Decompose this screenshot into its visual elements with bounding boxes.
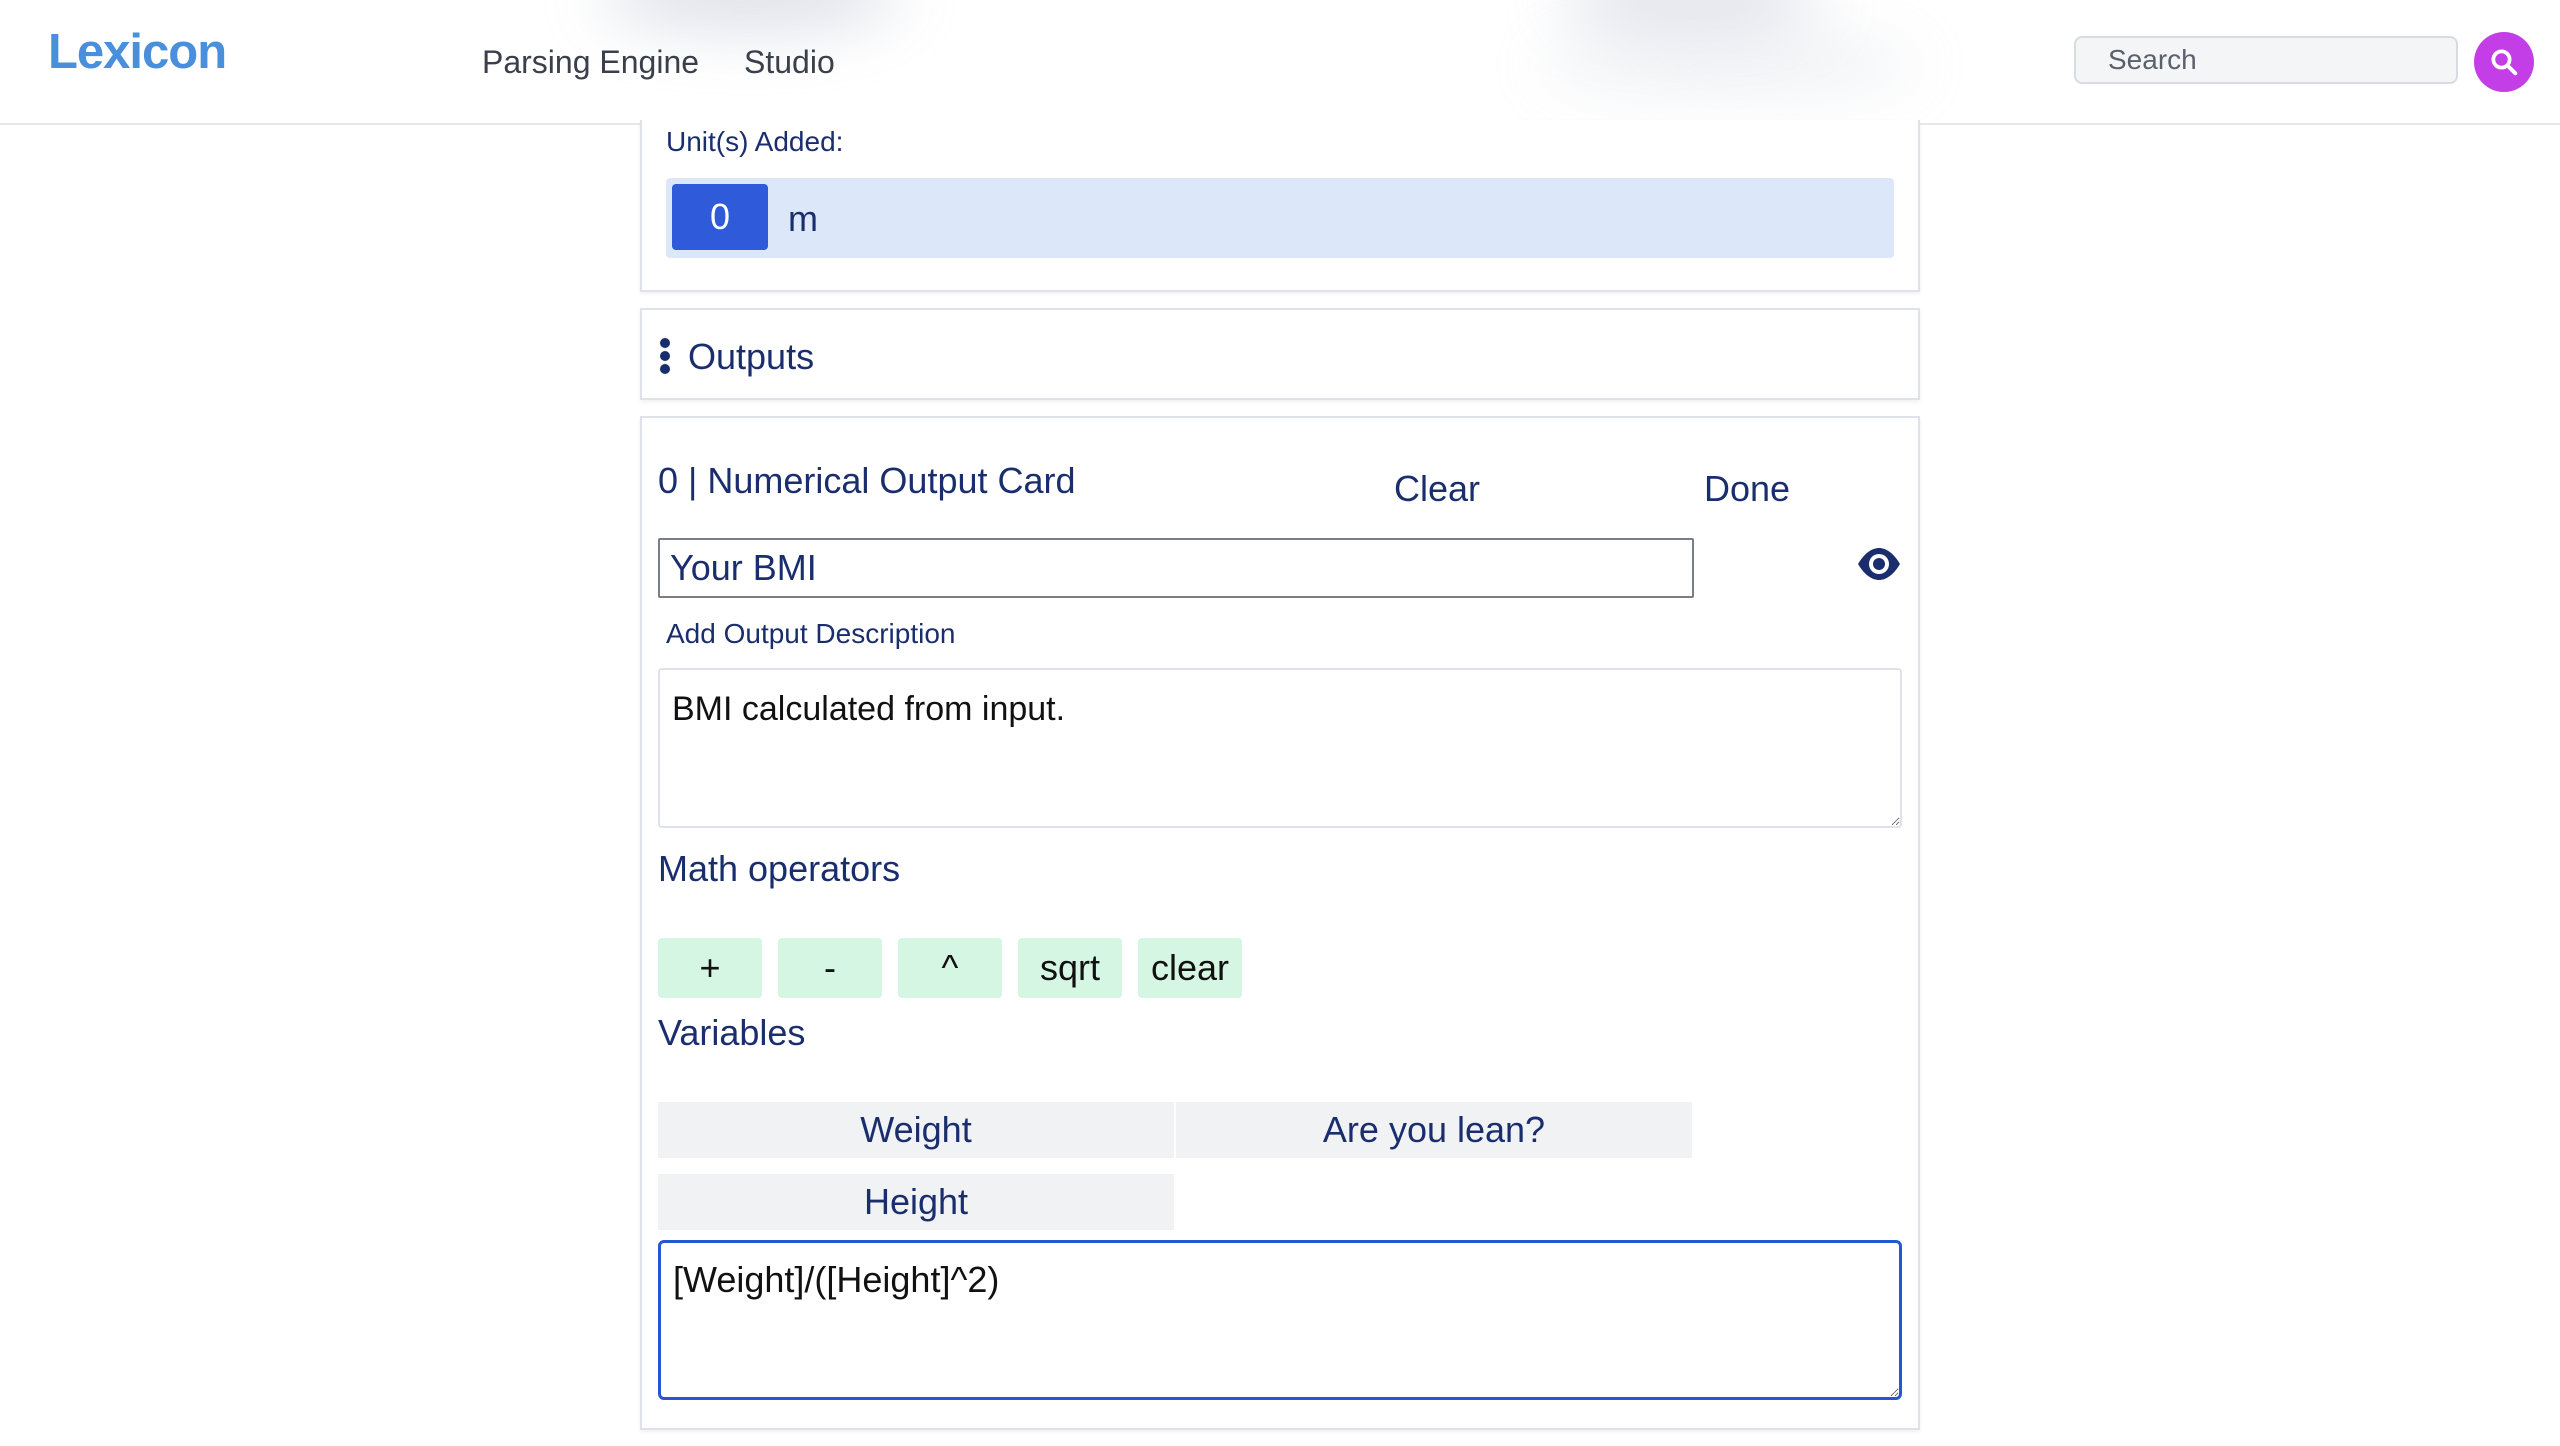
search-icon <box>2491 49 2518 76</box>
search-input[interactable] <box>2074 36 2458 84</box>
kebab-menu-icon[interactable] <box>660 338 672 374</box>
blurred-background <box>1540 40 1920 90</box>
formula-textarea[interactable]: [Weight]/([Height]^2) <box>658 1240 1902 1400</box>
variable-height-button[interactable]: Height <box>658 1174 1174 1230</box>
clear-button[interactable]: Clear <box>1394 468 1480 510</box>
unit-row[interactable]: 0 m <box>666 178 1894 258</box>
variable-weight-button[interactable]: Weight <box>658 1102 1174 1158</box>
variable-are-you-lean-button[interactable]: Are you lean? <box>1176 1102 1692 1158</box>
math-operators-label: Math operators <box>658 848 901 889</box>
operator-clear-button[interactable]: clear <box>1138 938 1242 998</box>
output-description-textarea[interactable]: BMI calculated from input. <box>658 668 1902 828</box>
app-logo[interactable]: Lexicon <box>48 24 227 80</box>
done-button[interactable]: Done <box>1704 468 1790 510</box>
nav-link-parsing-engine[interactable]: Parsing Engine <box>482 44 699 81</box>
outputs-title: Outputs <box>688 336 815 377</box>
operator-power-button[interactable]: ^ <box>898 938 1002 998</box>
unit-index-badge: 0 <box>672 184 768 250</box>
operator-plus-button[interactable]: + <box>658 938 762 998</box>
units-label: Unit(s) Added: <box>666 126 844 157</box>
operator-minus-button[interactable]: - <box>778 938 882 998</box>
add-output-description-label[interactable]: Add Output Description <box>666 618 956 650</box>
output-card-title: 0 | Numerical Output Card <box>658 460 1076 501</box>
output-name-input[interactable] <box>658 538 1694 598</box>
numerical-output-card: 0 | Numerical Output Card Clear Done Add… <box>640 416 1920 1430</box>
blurred-background <box>1560 0 1820 30</box>
variables-label: Variables <box>658 1012 806 1053</box>
blurred-background <box>600 0 900 30</box>
eye-icon[interactable] <box>1856 546 1902 587</box>
outputs-header-card[interactable]: Outputs <box>640 308 1920 400</box>
search-button[interactable] <box>2474 32 2534 92</box>
unit-name: m <box>788 198 818 239</box>
nav-link-studio[interactable]: Studio <box>744 44 835 81</box>
units-card: Unit(s) Added: 0 m <box>640 120 1920 292</box>
operator-sqrt-button[interactable]: sqrt <box>1018 938 1122 998</box>
top-navbar: Lexicon Parsing Engine Studio <box>0 0 2560 125</box>
